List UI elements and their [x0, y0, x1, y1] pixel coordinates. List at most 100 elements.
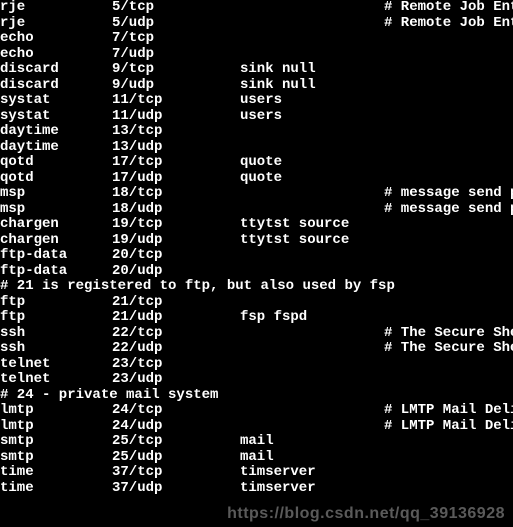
- port-proto: 18/tcp: [112, 186, 240, 202]
- port-proto: 22/udp: [112, 341, 240, 357]
- aliases: [240, 0, 384, 16]
- comment: # message send pr: [384, 186, 513, 202]
- aliases: [240, 264, 384, 280]
- comment: [384, 171, 513, 187]
- service-line: msp18/udp # message send pr: [0, 202, 513, 218]
- service-name: ftp-data: [0, 264, 112, 280]
- aliases: [240, 248, 384, 264]
- service-line: echo7/tcp: [0, 31, 513, 47]
- service-name: smtp: [0, 434, 112, 450]
- aliases: timserver: [240, 481, 384, 497]
- comment: # Remote Job Entr: [384, 0, 513, 16]
- service-name: msp: [0, 202, 112, 218]
- aliases: [240, 403, 384, 419]
- comment: [384, 62, 513, 78]
- aliases: quote: [240, 155, 384, 171]
- terminal-output: rje5/tcp # Remote Job Entr rje5/udp # Remot…: [0, 0, 513, 496]
- aliases: [240, 31, 384, 47]
- comment: [384, 217, 513, 233]
- aliases: sink null: [240, 62, 384, 78]
- port-proto: 9/tcp: [112, 62, 240, 78]
- comment: [384, 155, 513, 171]
- aliases: users: [240, 93, 384, 109]
- comment: [384, 47, 513, 63]
- service-line: daytime13/udp: [0, 140, 513, 156]
- service-line: echo7/udp: [0, 47, 513, 63]
- service-name: ftp-data: [0, 248, 112, 264]
- service-name: echo: [0, 31, 112, 47]
- service-name: lmtp: [0, 403, 112, 419]
- service-line: discard9/udpsink null: [0, 78, 513, 94]
- service-line: ssh22/tcp# The Secure Shel: [0, 326, 513, 342]
- port-proto: 24/udp: [112, 419, 240, 435]
- service-line: rje5/udp # Remote Job Entr: [0, 16, 513, 32]
- service-line: telnet23/udp: [0, 372, 513, 388]
- comment: # LMTP Mail Deliv: [384, 403, 513, 419]
- port-proto: 21/tcp: [112, 295, 240, 311]
- service-line: daytime13/tcp: [0, 124, 513, 140]
- service-line: qotd17/udpquote: [0, 171, 513, 187]
- service-name: rje: [0, 16, 112, 32]
- service-name: rje: [0, 0, 112, 16]
- service-line: chargen19/tcpttytst source: [0, 217, 513, 233]
- port-proto: 25/tcp: [112, 434, 240, 450]
- port-proto: 11/udp: [112, 109, 240, 125]
- port-proto: 9/udp: [112, 78, 240, 94]
- service-name: ssh: [0, 341, 112, 357]
- comment: [384, 124, 513, 140]
- service-name: ssh: [0, 326, 112, 342]
- service-name: chargen: [0, 233, 112, 249]
- aliases: [240, 186, 384, 202]
- service-name: qotd: [0, 171, 112, 187]
- comment: [384, 31, 513, 47]
- service-line: ftp21/tcp: [0, 295, 513, 311]
- service-line: chargen19/udpttytst source: [0, 233, 513, 249]
- comment: [384, 248, 513, 264]
- aliases: quote: [240, 171, 384, 187]
- service-line: ssh22/udp# The Secure Shel: [0, 341, 513, 357]
- comment: [384, 434, 513, 450]
- service-line: time37/tcptimserver: [0, 465, 513, 481]
- port-proto: 23/udp: [112, 372, 240, 388]
- service-name: qotd: [0, 155, 112, 171]
- port-proto: 37/tcp: [112, 465, 240, 481]
- comment: [384, 295, 513, 311]
- service-name: echo: [0, 47, 112, 63]
- aliases: [240, 47, 384, 63]
- service-line: rje5/tcp # Remote Job Entr: [0, 0, 513, 16]
- port-proto: 13/tcp: [112, 124, 240, 140]
- service-line: telnet23/tcp: [0, 357, 513, 373]
- port-proto: 25/udp: [112, 450, 240, 466]
- port-proto: 24/tcp: [112, 403, 240, 419]
- service-name: lmtp: [0, 419, 112, 435]
- service-name: discard: [0, 78, 112, 94]
- port-proto: 18/udp: [112, 202, 240, 218]
- service-name: telnet: [0, 372, 112, 388]
- service-line: ftp21/udpfsp fspd: [0, 310, 513, 326]
- watermark-text: https://blog.csdn.net/qq_39136928: [227, 506, 505, 522]
- service-line: systat11/udpusers: [0, 109, 513, 125]
- aliases: [240, 295, 384, 311]
- service-line: lmtp24/tcp # LMTP Mail Deliv: [0, 403, 513, 419]
- port-proto: 7/tcp: [112, 31, 240, 47]
- port-proto: 17/udp: [112, 171, 240, 187]
- service-line: msp18/tcp# message send pr: [0, 186, 513, 202]
- comment: # Remote Job Entr: [384, 16, 513, 32]
- port-proto: 5/udp: [112, 16, 240, 32]
- port-proto: 5/tcp: [112, 0, 240, 16]
- aliases: [240, 124, 384, 140]
- comment: [384, 372, 513, 388]
- aliases: [240, 140, 384, 156]
- service-name: discard: [0, 62, 112, 78]
- comment-text: # 24 - private mail system: [0, 388, 218, 404]
- service-line: systat11/tcpusers: [0, 93, 513, 109]
- comment: [384, 465, 513, 481]
- comment: # message send pr: [384, 202, 513, 218]
- service-name: daytime: [0, 140, 112, 156]
- aliases: ttytst source: [240, 217, 384, 233]
- port-proto: 23/tcp: [112, 357, 240, 373]
- service-line: ftp-data20/tcp: [0, 248, 513, 264]
- comment-line: # 21 is registered to ftp, but also used…: [0, 279, 513, 295]
- port-proto: 20/tcp: [112, 248, 240, 264]
- comment: [384, 310, 513, 326]
